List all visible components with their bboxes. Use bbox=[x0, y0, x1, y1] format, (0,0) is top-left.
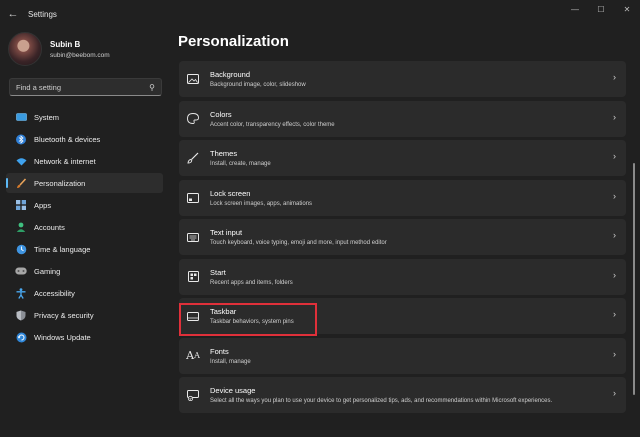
card-background[interactable]: Background Background image, color, slid… bbox=[179, 61, 626, 97]
chevron-right-icon: › bbox=[613, 72, 616, 82]
shield-icon bbox=[15, 309, 27, 321]
sidebar-item-label: Accounts bbox=[34, 222, 65, 232]
card-lock-screen[interactable]: Lock screen Lock screen images, apps, an… bbox=[179, 179, 626, 216]
sidebar-nav: System Bluetooth & devices Network & int… bbox=[6, 107, 163, 349]
start-icon bbox=[186, 270, 200, 284]
sidebar-item-privacy-security[interactable]: Privacy & security bbox=[6, 305, 163, 325]
chevron-right-icon: › bbox=[613, 230, 616, 240]
sidebar-item-label: System bbox=[34, 112, 60, 122]
sidebar-item-accounts[interactable]: Accounts bbox=[6, 217, 163, 237]
sidebar-item-gaming[interactable]: Gaming bbox=[6, 261, 163, 281]
profile-email: subin@beebom.com bbox=[50, 51, 110, 59]
sidebar-item-label: Gaming bbox=[34, 266, 61, 276]
sidebar-item-label: Network & internet bbox=[34, 156, 96, 166]
search-box[interactable]: ⚲ bbox=[9, 78, 162, 96]
device-usage-icon bbox=[186, 388, 200, 402]
sidebar-item-accessibility[interactable]: Accessibility bbox=[6, 283, 163, 303]
brush-icon bbox=[186, 151, 200, 165]
search-input[interactable] bbox=[16, 82, 150, 92]
chevron-right-icon: › bbox=[613, 348, 616, 359]
sidebar-item-label: Privacy & security bbox=[34, 310, 94, 320]
sidebar-item-label: Time & language bbox=[34, 244, 91, 254]
sidebar-item-label: Personalization bbox=[34, 178, 86, 188]
card-title: Background bbox=[210, 70, 251, 79]
card-description: Select all the ways you plan to use your… bbox=[210, 398, 553, 404]
chevron-right-icon: › bbox=[613, 388, 616, 398]
update-icon bbox=[15, 331, 27, 343]
wifi-icon bbox=[15, 155, 27, 167]
chevron-right-icon: › bbox=[613, 151, 616, 161]
card-description: Install, create, manage bbox=[210, 161, 271, 167]
globe-clock-icon bbox=[15, 243, 27, 255]
sidebar-item-personalization[interactable]: Personalization bbox=[6, 173, 163, 193]
card-description: Accent color, transparency effects, colo… bbox=[210, 121, 335, 128]
card-fonts[interactable]: AA Fonts Install, manage › bbox=[179, 337, 626, 374]
card-title: Fonts bbox=[210, 346, 229, 356]
card-text-input[interactable]: Text input Touch keyboard, voice typing,… bbox=[179, 219, 626, 255]
sidebar-item-system[interactable]: System bbox=[6, 107, 163, 127]
settings-list: Background Background image, color, slid… bbox=[179, 61, 626, 417]
chevron-right-icon: › bbox=[613, 309, 616, 319]
accessibility-icon bbox=[15, 287, 27, 299]
sidebar-item-network[interactable]: Network & internet bbox=[6, 151, 163, 171]
card-description: Touch keyboard, voice typing, emoji and … bbox=[210, 240, 387, 246]
card-description: Taskbar behaviors, system pins bbox=[210, 319, 294, 325]
card-start[interactable]: Start Recent apps and items, folders › bbox=[179, 258, 626, 295]
chevron-right-icon: › bbox=[613, 190, 616, 201]
back-arrow-icon: ← bbox=[7, 8, 19, 20]
sidebar-item-label: Bluetooth & devices bbox=[34, 134, 101, 144]
chevron-right-icon: › bbox=[613, 111, 616, 122]
card-description: Lock screen images, apps, animations bbox=[210, 200, 313, 207]
close-button[interactable]: ✕ bbox=[614, 0, 640, 18]
minimize-button[interactable]: — bbox=[562, 0, 588, 18]
gamepad-icon bbox=[15, 265, 27, 277]
sidebar-item-windows-update[interactable]: Windows Update bbox=[6, 327, 163, 347]
card-taskbar[interactable]: Taskbar Taskbar behaviors, system pins › bbox=[179, 298, 626, 334]
card-title: Start bbox=[210, 267, 226, 277]
window-title: Settings bbox=[28, 9, 57, 19]
title-bar: ← Settings — ☐ ✕ bbox=[0, 0, 640, 28]
card-title: Text input bbox=[210, 228, 243, 237]
card-title: Themes bbox=[210, 149, 238, 158]
sidebar-item-time-language[interactable]: Time & language bbox=[6, 239, 163, 259]
card-device-usage[interactable]: Device usage Select all the ways you pla… bbox=[179, 377, 626, 413]
image-icon bbox=[186, 72, 200, 86]
font-icon: AA bbox=[186, 349, 200, 362]
card-colors[interactable]: Colors Accent color, transparency effect… bbox=[179, 100, 626, 137]
profile-name: Subin B bbox=[50, 39, 81, 49]
sidebar-item-bluetooth[interactable]: Bluetooth & devices bbox=[6, 129, 163, 149]
sidebar-item-apps[interactable]: Apps bbox=[6, 195, 163, 215]
keyboard-icon bbox=[186, 230, 200, 244]
card-description: Recent apps and items, folders bbox=[210, 279, 293, 286]
bluetooth-icon bbox=[15, 133, 27, 145]
brush-icon bbox=[15, 177, 27, 189]
sidebar-item-label: Apps bbox=[34, 200, 52, 210]
card-description: Install, manage bbox=[210, 358, 251, 365]
card-title: Lock screen bbox=[210, 188, 251, 198]
user-profile[interactable]: Subin B subin@beebom.com bbox=[8, 32, 110, 66]
sidebar: Subin B subin@beebom.com ⚲ System Blueto… bbox=[0, 28, 170, 437]
page-title: Personalization bbox=[178, 33, 289, 50]
system-icon bbox=[15, 111, 27, 123]
scrollbar[interactable] bbox=[633, 163, 635, 395]
search-icon[interactable]: ⚲ bbox=[149, 83, 155, 92]
avatar bbox=[8, 32, 42, 66]
lock-screen-icon bbox=[186, 191, 200, 205]
card-title: Taskbar bbox=[210, 307, 237, 316]
window-controls: — ☐ ✕ bbox=[562, 0, 640, 18]
person-icon bbox=[15, 221, 27, 233]
apps-icon bbox=[15, 199, 27, 211]
palette-icon bbox=[186, 112, 200, 126]
maximize-button[interactable]: ☐ bbox=[588, 0, 614, 18]
card-themes[interactable]: Themes Install, create, manage › bbox=[179, 140, 626, 176]
chevron-right-icon: › bbox=[613, 269, 616, 280]
taskbar-icon bbox=[186, 309, 200, 323]
card-title: Colors bbox=[210, 109, 232, 119]
card-title: Device usage bbox=[210, 386, 256, 395]
back-button[interactable]: ← bbox=[4, 5, 22, 23]
sidebar-item-label: Windows Update bbox=[34, 332, 91, 342]
card-description: Background image, color, slideshow bbox=[210, 82, 306, 88]
sidebar-item-label: Accessibility bbox=[34, 288, 75, 298]
